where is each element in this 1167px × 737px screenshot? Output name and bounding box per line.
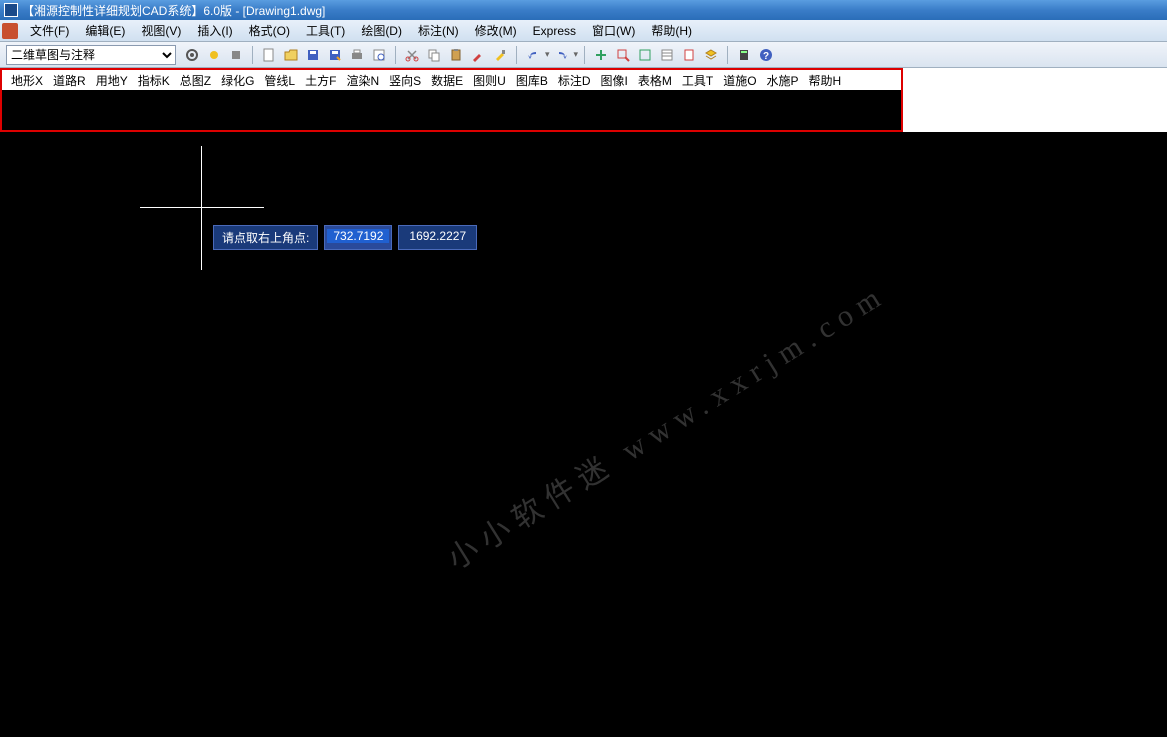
- properties-icon[interactable]: [657, 45, 677, 65]
- sm-pipe[interactable]: 管线L: [259, 70, 300, 91]
- print-icon[interactable]: [347, 45, 367, 65]
- menu-format[interactable]: 格式(O): [241, 20, 298, 41]
- coord-x-input[interactable]: 732.7192: [324, 225, 392, 250]
- menu-window[interactable]: 窗口(W): [584, 20, 643, 41]
- menu-file[interactable]: 文件(F): [22, 20, 77, 41]
- menu-modify[interactable]: 修改(M): [467, 20, 525, 41]
- sm-rule[interactable]: 图则U: [468, 70, 511, 91]
- workspace-gear-icon[interactable]: [182, 45, 202, 65]
- open-icon[interactable]: [281, 45, 301, 65]
- help-icon[interactable]: ?: [756, 45, 776, 65]
- title-bar: 【湘源控制性详细规划CAD系统】6.0版 - [Drawing1.dwg]: [0, 0, 1167, 20]
- toolbar-separator: [516, 46, 517, 64]
- menu-help[interactable]: 帮助(H): [643, 20, 700, 41]
- sm-tool[interactable]: 工具T: [677, 70, 718, 91]
- paste-icon[interactable]: [446, 45, 466, 65]
- app-icon: [4, 3, 18, 17]
- watermark: 小小软件迷 www.xxrjm.com: [437, 270, 894, 578]
- plugin-menubar: 地形X 道路R 用地Y 指标K 总图Z 绿化G 管线L 土方F 渲染N 竖向S …: [0, 68, 903, 90]
- sm-land[interactable]: 用地Y: [91, 70, 133, 91]
- menu-tools[interactable]: 工具(T): [298, 20, 353, 41]
- menu-dim[interactable]: 标注(N): [410, 20, 467, 41]
- tool-icon[interactable]: [226, 45, 246, 65]
- menu-edit[interactable]: 编辑(E): [77, 20, 133, 41]
- pan-icon[interactable]: [591, 45, 611, 65]
- redo-icon[interactable]: [552, 45, 572, 65]
- saveas-icon[interactable]: [325, 45, 345, 65]
- sm-green[interactable]: 绿化G: [216, 70, 259, 91]
- redo-dropdown-icon[interactable]: ▾: [574, 49, 579, 60]
- coord-y-input[interactable]: 1692.2227: [398, 225, 477, 250]
- print-preview-icon[interactable]: [369, 45, 389, 65]
- main-toolbar: 二维草图与注释 ▾ ▾ ?: [0, 42, 1167, 68]
- undo-icon[interactable]: [523, 45, 543, 65]
- sm-waterfac[interactable]: 水施P: [762, 70, 804, 91]
- dynamic-input-tooltip: 请点取右上角点: 732.7192 1692.2227: [213, 225, 477, 250]
- sm-roadfac[interactable]: 道施O: [718, 70, 761, 91]
- svg-text:?: ?: [763, 51, 769, 62]
- window-title: 【湘源控制性详细规划CAD系统】6.0版 - [Drawing1.dwg]: [22, 2, 325, 19]
- sm-earth[interactable]: 土方F: [300, 70, 341, 91]
- sheet-icon[interactable]: [679, 45, 699, 65]
- match-icon[interactable]: [468, 45, 488, 65]
- toolbar-separator: [395, 46, 396, 64]
- drawing-canvas[interactable]: 请点取右上角点: 732.7192 1692.2227 小小软件迷 www.xx…: [0, 132, 1167, 737]
- menu-insert[interactable]: 插入(I): [189, 20, 240, 41]
- sm-data[interactable]: 数据E: [426, 70, 468, 91]
- cut-icon[interactable]: [402, 45, 422, 65]
- menu-express[interactable]: Express: [525, 22, 584, 40]
- layer-icon[interactable]: [701, 45, 721, 65]
- new-icon[interactable]: [259, 45, 279, 65]
- save-icon[interactable]: [303, 45, 323, 65]
- toolbar-separator: [252, 46, 253, 64]
- sun-icon[interactable]: [204, 45, 224, 65]
- menu-view[interactable]: 视图(V): [133, 20, 189, 41]
- menu-draw[interactable]: 绘图(D): [353, 20, 410, 41]
- undo-dropdown-icon[interactable]: ▾: [545, 49, 550, 60]
- copy-icon[interactable]: [424, 45, 444, 65]
- sm-table[interactable]: 表格M: [633, 70, 677, 91]
- sm-lib[interactable]: 图库B: [511, 70, 553, 91]
- brush-icon[interactable]: [490, 45, 510, 65]
- sm-render[interactable]: 渲染N: [341, 70, 384, 91]
- toolbar-separator: [584, 46, 585, 64]
- crosshair-horizontal: [140, 207, 264, 208]
- sm-road[interactable]: 道路R: [48, 70, 91, 91]
- zoom-prev-icon[interactable]: [635, 45, 655, 65]
- toolbar-separator: [727, 46, 728, 64]
- main-menubar: 文件(F) 编辑(E) 视图(V) 插入(I) 格式(O) 工具(T) 绘图(D…: [0, 20, 1167, 42]
- sm-terrain[interactable]: 地形X: [6, 70, 48, 91]
- app-menu-icon[interactable]: [2, 23, 18, 39]
- sm-vertical[interactable]: 竖向S: [384, 70, 426, 91]
- sm-image[interactable]: 图像I: [596, 70, 633, 91]
- sm-index[interactable]: 指标K: [133, 70, 175, 91]
- prompt-label: 请点取右上角点:: [213, 225, 318, 250]
- highlight-annotation-box: [0, 90, 903, 132]
- sm-help[interactable]: 帮助H: [804, 70, 847, 91]
- zoom-window-icon[interactable]: [613, 45, 633, 65]
- workspace-select[interactable]: 二维草图与注释: [6, 45, 176, 65]
- calculator-icon[interactable]: [734, 45, 754, 65]
- sm-general[interactable]: 总图Z: [175, 70, 216, 91]
- crosshair-vertical: [201, 146, 202, 270]
- sm-dim[interactable]: 标注D: [553, 70, 596, 91]
